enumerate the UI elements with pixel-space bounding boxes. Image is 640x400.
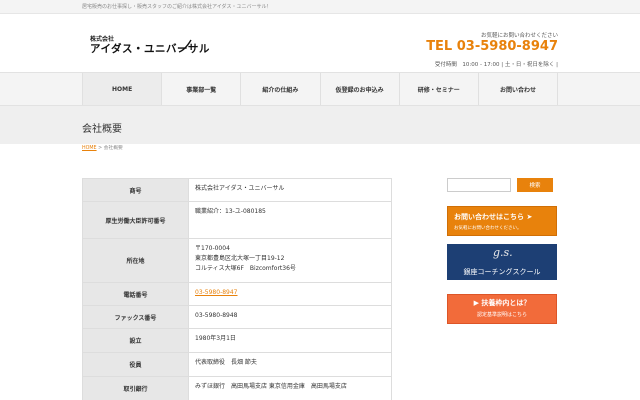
row-label-banks: 取引銀行 <box>83 377 189 400</box>
contact-banner[interactable]: お問い合わせはこちら ➤ お気軽にお問い合わせください。 <box>447 206 557 236</box>
row-label-founded: 設立 <box>83 329 189 352</box>
row-label-address: 所在地 <box>83 239 189 282</box>
table-row: 厚生労働大臣許可番号 職業紹介：13-ユ-080185 <box>82 202 392 239</box>
dependent-limit-banner[interactable]: ▶ 扶養枠内とは？ 認定基準説明はこちら <box>447 294 557 324</box>
top-tagline-bar: 居宅販売のお仕事探し・販売スタッフのご紹介は株式会社アイダス・ユニバーサル！ <box>0 0 640 14</box>
search-button[interactable]: 検索 <box>517 178 553 192</box>
contact-banner-sub: お気軽にお問い合わせください。 <box>454 226 522 231</box>
search-input[interactable] <box>447 178 511 192</box>
tagline-text: 居宅販売のお仕事探し・販売スタッフのご紹介は株式会社アイダス・ユニバーサル！ <box>82 4 272 10</box>
search-form: 検索 <box>447 178 557 194</box>
page-title: 会社概要 <box>82 124 122 135</box>
row-value-trade-name: 株式会社アイダス・ユニバーサル <box>189 179 391 201</box>
row-value-license: 職業紹介：13-ユ-080185 <box>189 202 391 238</box>
row-value-officers: 代表取締役 長畑 節夫 <box>189 353 391 376</box>
breadcrumb: HOME > 会社概要 <box>82 144 123 151</box>
site-header: 株式会社 アイダス・ユニバーサル お気軽にお問い合わせください TEL 03-5… <box>0 14 640 72</box>
fuyou-banner-sub: 認定基準説明はこちら <box>476 312 527 318</box>
header-contact-note: お気軽にお問い合わせください <box>480 33 558 39</box>
address-line: 〒170-0004 <box>195 245 230 252</box>
logo-swoosh-icon <box>178 39 192 53</box>
company-profile-table: 商号 株式会社アイダス・ユニバーサル 厚生労働大臣許可番号 職業紹介：13-ユ-… <box>82 178 392 400</box>
ginza-logo-mark: g.s. <box>493 246 513 259</box>
row-label-phone: 電話番号 <box>83 283 189 305</box>
table-row: 電話番号 03-5980-8947 <box>82 283 392 306</box>
nav-divisions[interactable]: 事業部一覧 <box>162 73 242 105</box>
address-line: 東京都豊島区北大塚一丁目19-12 <box>195 255 285 262</box>
row-label-officers: 役員 <box>83 353 189 376</box>
breadcrumb-separator: > <box>96 146 104 151</box>
row-value-fax: 03-5980-8948 <box>189 306 391 328</box>
chevron-right-icon: ▶ <box>473 299 479 307</box>
header-phone[interactable]: TEL 03-5980-8947 <box>426 39 558 54</box>
row-value-founded: 1980年3月1日 <box>189 329 391 352</box>
table-row: 所在地 〒170-0004 東京都豊島区北大塚一丁目19-12 コルティス大塚6… <box>82 239 392 283</box>
row-value-phone: 03-5980-8947 <box>189 283 391 305</box>
row-label-trade-name: 商号 <box>83 179 189 201</box>
row-label-fax: ファックス番号 <box>83 306 189 328</box>
address-line: コルティス大塚6F Bizcomfort36号 <box>195 265 296 272</box>
table-row: 商号 株式会社アイダス・ユニバーサル <box>82 179 392 202</box>
nav-referral-system[interactable]: 紹介の仕組み <box>241 73 321 105</box>
row-label-license: 厚生労働大臣許可番号 <box>83 202 189 238</box>
breadcrumb-current: 会社概要 <box>103 146 123 151</box>
nav-pre-registration[interactable]: 仮登録のお申込み <box>321 73 400 105</box>
sidebar: 検索 お問い合わせはこちら ➤ お気軽にお問い合わせください。 g.s. 銀座コ… <box>447 178 557 324</box>
ginza-banner-label: 銀座コーチングスクール <box>463 268 541 276</box>
nav-home[interactable]: HOME <box>82 73 163 105</box>
header-hours: 受付時間 10:00 - 17:00 | 土・日・祝日を除く | <box>434 62 558 68</box>
nav-contact[interactable]: お問い合わせ <box>479 73 559 105</box>
row-value-address: 〒170-0004 東京都豊島区北大塚一丁目19-12 コルティス大塚6F Bi… <box>189 239 391 282</box>
main-nav: HOME 事業部一覧 紹介の仕組み 仮登録のお申込み 研修・セミナー お問い合わ… <box>0 72 640 106</box>
phone-link[interactable]: 03-5980-8947 <box>195 289 238 296</box>
fuyou-banner-title: ▶ 扶養枠内とは？ <box>473 299 531 307</box>
contact-banner-title: お問い合わせはこちら ➤ <box>454 213 533 221</box>
arrow-circle-icon: ➤ <box>526 213 533 221</box>
table-row: 取引銀行 みずほ銀行 高田馬場支店 東京信用金庫 高田馬場支店 <box>82 377 392 400</box>
table-row: 設立 1980年3月1日 <box>82 329 392 353</box>
table-row: 役員 代表取締役 長畑 節夫 <box>82 353 392 377</box>
table-row: ファックス番号 03-5980-8948 <box>82 306 392 329</box>
ginza-coaching-banner[interactable]: g.s. 銀座コーチングスクール <box>447 244 557 280</box>
breadcrumb-home-link[interactable]: HOME <box>82 146 97 151</box>
row-value-banks: みずほ銀行 高田馬場支店 東京信用金庫 高田馬場支店 <box>189 377 391 400</box>
nav-training-seminar[interactable]: 研修・セミナー <box>400 73 479 105</box>
